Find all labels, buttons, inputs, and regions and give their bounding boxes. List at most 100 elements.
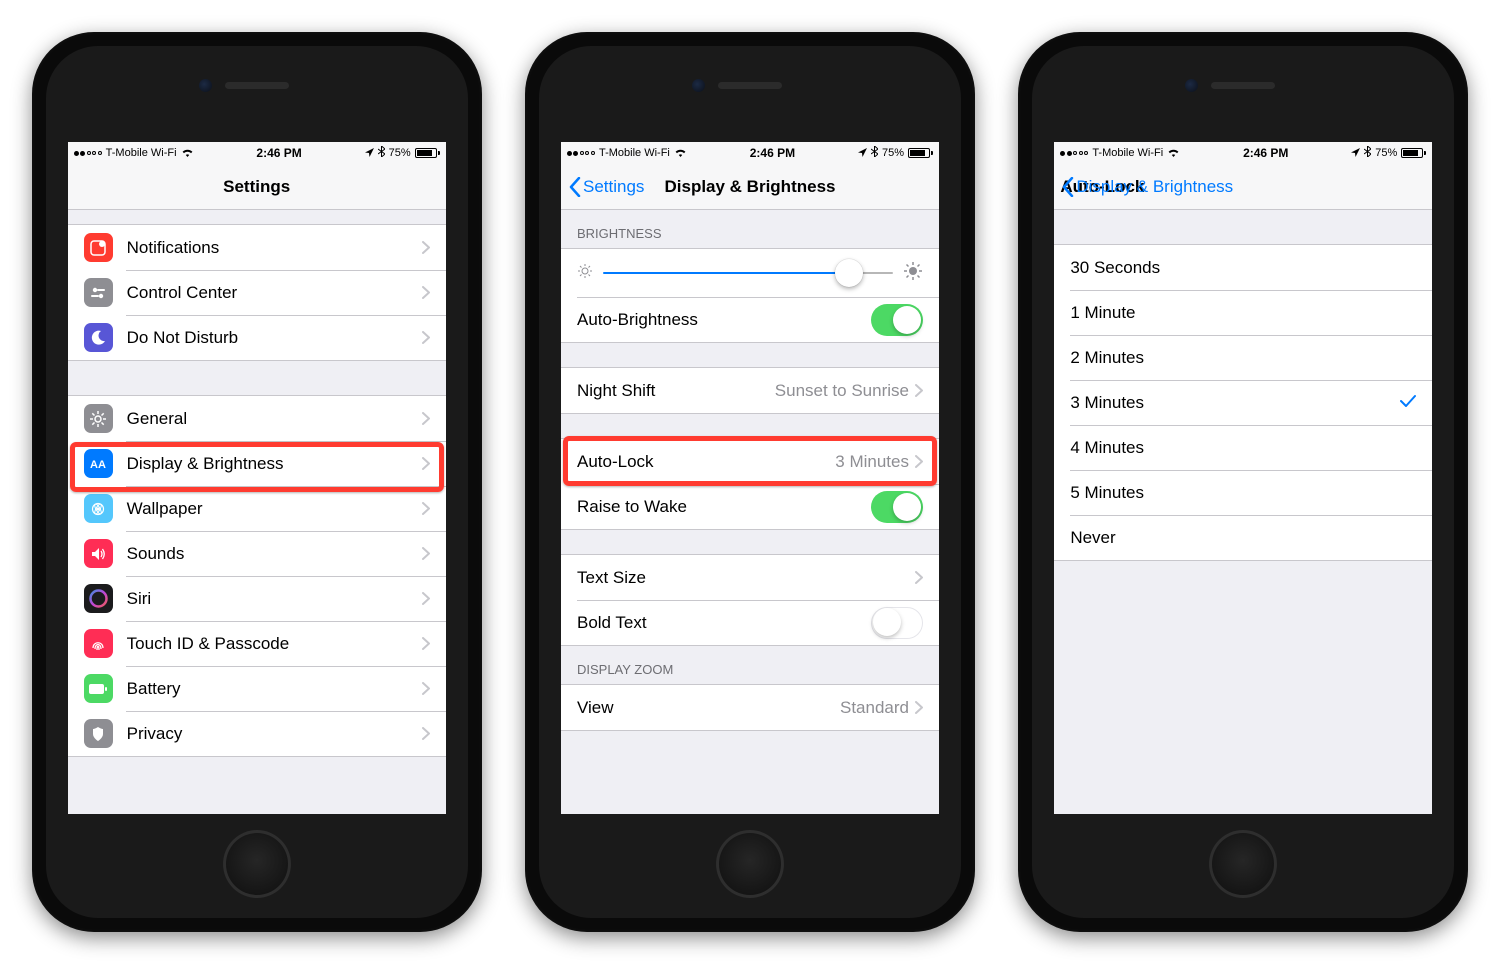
front-camera	[1185, 79, 1198, 92]
text-size-label: Text Size	[577, 568, 915, 588]
auto-lock-content[interactable]: 30 Seconds 1 Minute2 Minutes 3 Minutes 4 Mi…	[1054, 210, 1432, 814]
chevron-icon	[422, 502, 430, 515]
option-label: 30 Seconds	[1070, 258, 1416, 278]
bold-text-row[interactable]: Bold Text	[561, 600, 939, 645]
battery-pct: 75%	[389, 147, 411, 159]
settings-row-label: Privacy	[127, 724, 422, 744]
option-label: 5 Minutes	[1070, 483, 1416, 503]
settings-row-label: Battery	[127, 679, 422, 699]
settings-row-label: Display & Brightness	[127, 454, 422, 474]
status-bar: T-Mobile Wi-Fi 2:46 PM 75%	[68, 142, 446, 164]
settings-row-notifications[interactable]: Notifications	[68, 225, 446, 270]
settings-row-gear[interactable]: General	[68, 396, 446, 441]
settings-row-touchid[interactable]: Touch ID & Passcode	[68, 621, 446, 666]
chevron-icon	[422, 286, 430, 299]
nav-title: Display & Brightness	[664, 177, 835, 197]
screen-auto-lock: T-Mobile Wi-Fi 2:46 PM 75% Display & Bri…	[1054, 142, 1432, 814]
brightness-slider[interactable]	[603, 272, 893, 274]
settings-row-display[interactable]: AA Display & Brightness	[68, 441, 446, 486]
phone-settings: T-Mobile Wi-Fi 2:46 PM 75% Setting	[32, 32, 482, 932]
carrier-label: T-Mobile Wi-Fi	[599, 147, 670, 159]
display-brightness-content[interactable]: BRIGHTNESS Auto-Brightness Night	[561, 210, 939, 814]
siri-icon	[84, 584, 113, 613]
settings-row-sounds[interactable]: Sounds	[68, 531, 446, 576]
screen-display-brightness: T-Mobile Wi-Fi 2:46 PM 75% Settings Disp…	[561, 142, 939, 814]
settings-row-wallpaper[interactable]: Wallpaper	[68, 486, 446, 531]
night-shift-row[interactable]: Night Shift Sunset to Sunrise	[561, 368, 939, 413]
carrier-label: T-Mobile Wi-Fi	[106, 147, 177, 159]
wallpaper-icon	[84, 494, 113, 523]
option-label: Never	[1070, 528, 1416, 548]
back-button[interactable]: Display & Brightness	[1062, 177, 1233, 197]
sun-large-icon	[903, 261, 923, 286]
settings-row-privacy[interactable]: Privacy	[68, 711, 446, 756]
auto-brightness-switch[interactable]	[871, 304, 923, 336]
raise-to-wake-switch[interactable]	[871, 491, 923, 523]
home-button[interactable]	[1209, 830, 1277, 898]
raise-to-wake-row[interactable]: Raise to Wake	[561, 484, 939, 529]
auto-lock-option[interactable]: 1 Minute	[1054, 290, 1432, 335]
chevron-icon	[915, 455, 923, 468]
checkmark-icon	[1400, 393, 1416, 413]
phone-auto-lock: T-Mobile Wi-Fi 2:46 PM 75% Display & Bri…	[1018, 32, 1468, 932]
location-icon	[1351, 146, 1360, 160]
notifications-icon	[84, 233, 113, 262]
wifi-icon	[674, 148, 687, 158]
brightness-slider-row	[561, 249, 939, 297]
home-button[interactable]	[223, 830, 291, 898]
chevron-icon	[915, 571, 923, 584]
night-shift-value: Sunset to Sunrise	[775, 381, 909, 401]
settings-row-label: Siri	[127, 589, 422, 609]
settings-row-label: Do Not Disturb	[127, 328, 422, 348]
settings-row-siri[interactable]: Siri	[68, 576, 446, 621]
section-brightness: BRIGHTNESS	[561, 210, 939, 248]
settings-row-battery[interactable]: Battery	[68, 666, 446, 711]
chevron-icon	[422, 637, 430, 650]
home-button[interactable]	[716, 830, 784, 898]
bold-text-switch[interactable]	[871, 607, 923, 639]
auto-brightness-row[interactable]: Auto-Brightness	[561, 297, 939, 342]
signal-icon	[567, 151, 595, 156]
auto-lock-option[interactable]: 30 Seconds	[1054, 245, 1432, 290]
settings-row-dnd[interactable]: Do Not Disturb	[68, 315, 446, 360]
auto-lock-option[interactable]: Never	[1054, 515, 1432, 560]
nav-bar: Settings Display & Brightness	[561, 164, 939, 210]
wifi-icon	[181, 148, 194, 158]
auto-lock-option[interactable]: 2 Minutes	[1054, 335, 1432, 380]
section-display-zoom: DISPLAY ZOOM	[561, 646, 939, 684]
wifi-icon	[1167, 148, 1180, 158]
text-size-row[interactable]: Text Size	[561, 555, 939, 600]
settings-row-label: Wallpaper	[127, 499, 422, 519]
nav-bar: Display & Brightness Auto-Lock	[1054, 164, 1432, 210]
auto-lock-row[interactable]: Auto-Lock 3 Minutes	[561, 439, 939, 484]
settings-row-label: Touch ID & Passcode	[127, 634, 422, 654]
front-camera	[199, 79, 212, 92]
sounds-icon	[84, 539, 113, 568]
phone-display-brightness: T-Mobile Wi-Fi 2:46 PM 75% Settings Disp…	[525, 32, 975, 932]
chevron-icon	[422, 592, 430, 605]
auto-lock-option[interactable]: 3 Minutes	[1054, 380, 1432, 425]
control-icon	[84, 278, 113, 307]
nav-bar: Settings	[68, 164, 446, 210]
battery-pct: 75%	[882, 147, 904, 159]
settings-row-label: General	[127, 409, 422, 429]
bluetooth-icon	[871, 146, 878, 160]
front-camera	[692, 79, 705, 92]
earpiece	[718, 82, 782, 89]
status-time: 2:46 PM	[1243, 146, 1288, 160]
auto-lock-option[interactable]: 4 Minutes	[1054, 425, 1432, 470]
display-icon: AA	[84, 449, 113, 478]
auto-lock-option[interactable]: 5 Minutes	[1054, 470, 1432, 515]
chevron-icon	[422, 412, 430, 425]
sun-small-icon	[577, 263, 593, 284]
back-button[interactable]: Settings	[569, 177, 644, 197]
settings-list[interactable]: NotificationsControl Center Do Not Distur…	[68, 210, 446, 814]
settings-row-control[interactable]: Control Center	[68, 270, 446, 315]
view-row[interactable]: View Standard	[561, 685, 939, 730]
nav-title: Settings	[223, 177, 290, 197]
chevron-icon	[422, 457, 430, 470]
auto-brightness-label: Auto-Brightness	[577, 310, 871, 330]
battery-pct: 75%	[1375, 147, 1397, 159]
option-label: 3 Minutes	[1070, 393, 1400, 413]
chevron-icon	[915, 384, 923, 397]
